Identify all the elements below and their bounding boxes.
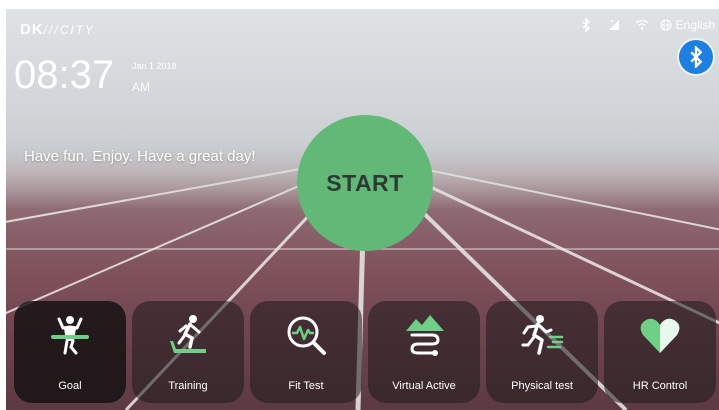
menu-tile-physical-test[interactable]: Physical test (486, 301, 598, 403)
start-button[interactable]: START (297, 115, 433, 251)
heart-icon (640, 318, 680, 353)
menu-label-virtual-active: Virtual Active (392, 380, 456, 392)
menu-tile-training[interactable]: Training (132, 301, 244, 403)
home-screen: DK///CITY 08:37 Jan 1 2018 AM English Ha… (6, 9, 719, 410)
logo-subtext: ///CITY (43, 23, 96, 37)
menu-tile-fit-test[interactable]: Fit Test (250, 301, 362, 403)
menu-label-fit-test: Fit Test (288, 380, 324, 392)
logo-text: DK (20, 21, 44, 38)
status-bar: English (572, 15, 715, 35)
menu-label-training: Training (168, 380, 208, 392)
language-label: English (675, 18, 715, 32)
mode-menu: Goal Training Fit Test Virtual Active Ph… (14, 301, 719, 410)
sprinter-icon (521, 315, 564, 355)
wifi-icon (628, 15, 656, 35)
clock-time: 08:37 (14, 53, 115, 97)
bluetooth-icon (690, 46, 703, 68)
clock-ampm: AM (132, 80, 150, 94)
menu-tile-goal[interactable]: Goal (14, 301, 126, 403)
globe-icon (660, 19, 672, 31)
language-selector[interactable]: English (656, 18, 715, 32)
start-label: START (326, 169, 404, 196)
menu-label-goal: Goal (58, 380, 82, 392)
menu-label-hr-control: HR Control (632, 380, 688, 392)
mountain-path-icon (406, 315, 444, 356)
bluetooth-button[interactable] (679, 40, 713, 74)
clock-date: Jan 1 2018 (132, 61, 177, 71)
finish-line-runner-icon (51, 316, 89, 355)
heart-rate-magnifier-icon (287, 316, 326, 355)
brand-logo: DK///CITY (20, 21, 95, 38)
slogan-text: Have fun. Enjoy. Have a great day! (24, 148, 256, 165)
treadmill-runner-icon (170, 315, 206, 353)
menu-label-physical-test: Physical test (511, 380, 573, 392)
signal-icon (600, 15, 628, 35)
menu-tile-hr-control[interactable]: HR Control (604, 301, 716, 403)
menu-tile-virtual-active[interactable]: Virtual Active (368, 301, 480, 403)
bluetooth-status-icon (572, 15, 600, 35)
